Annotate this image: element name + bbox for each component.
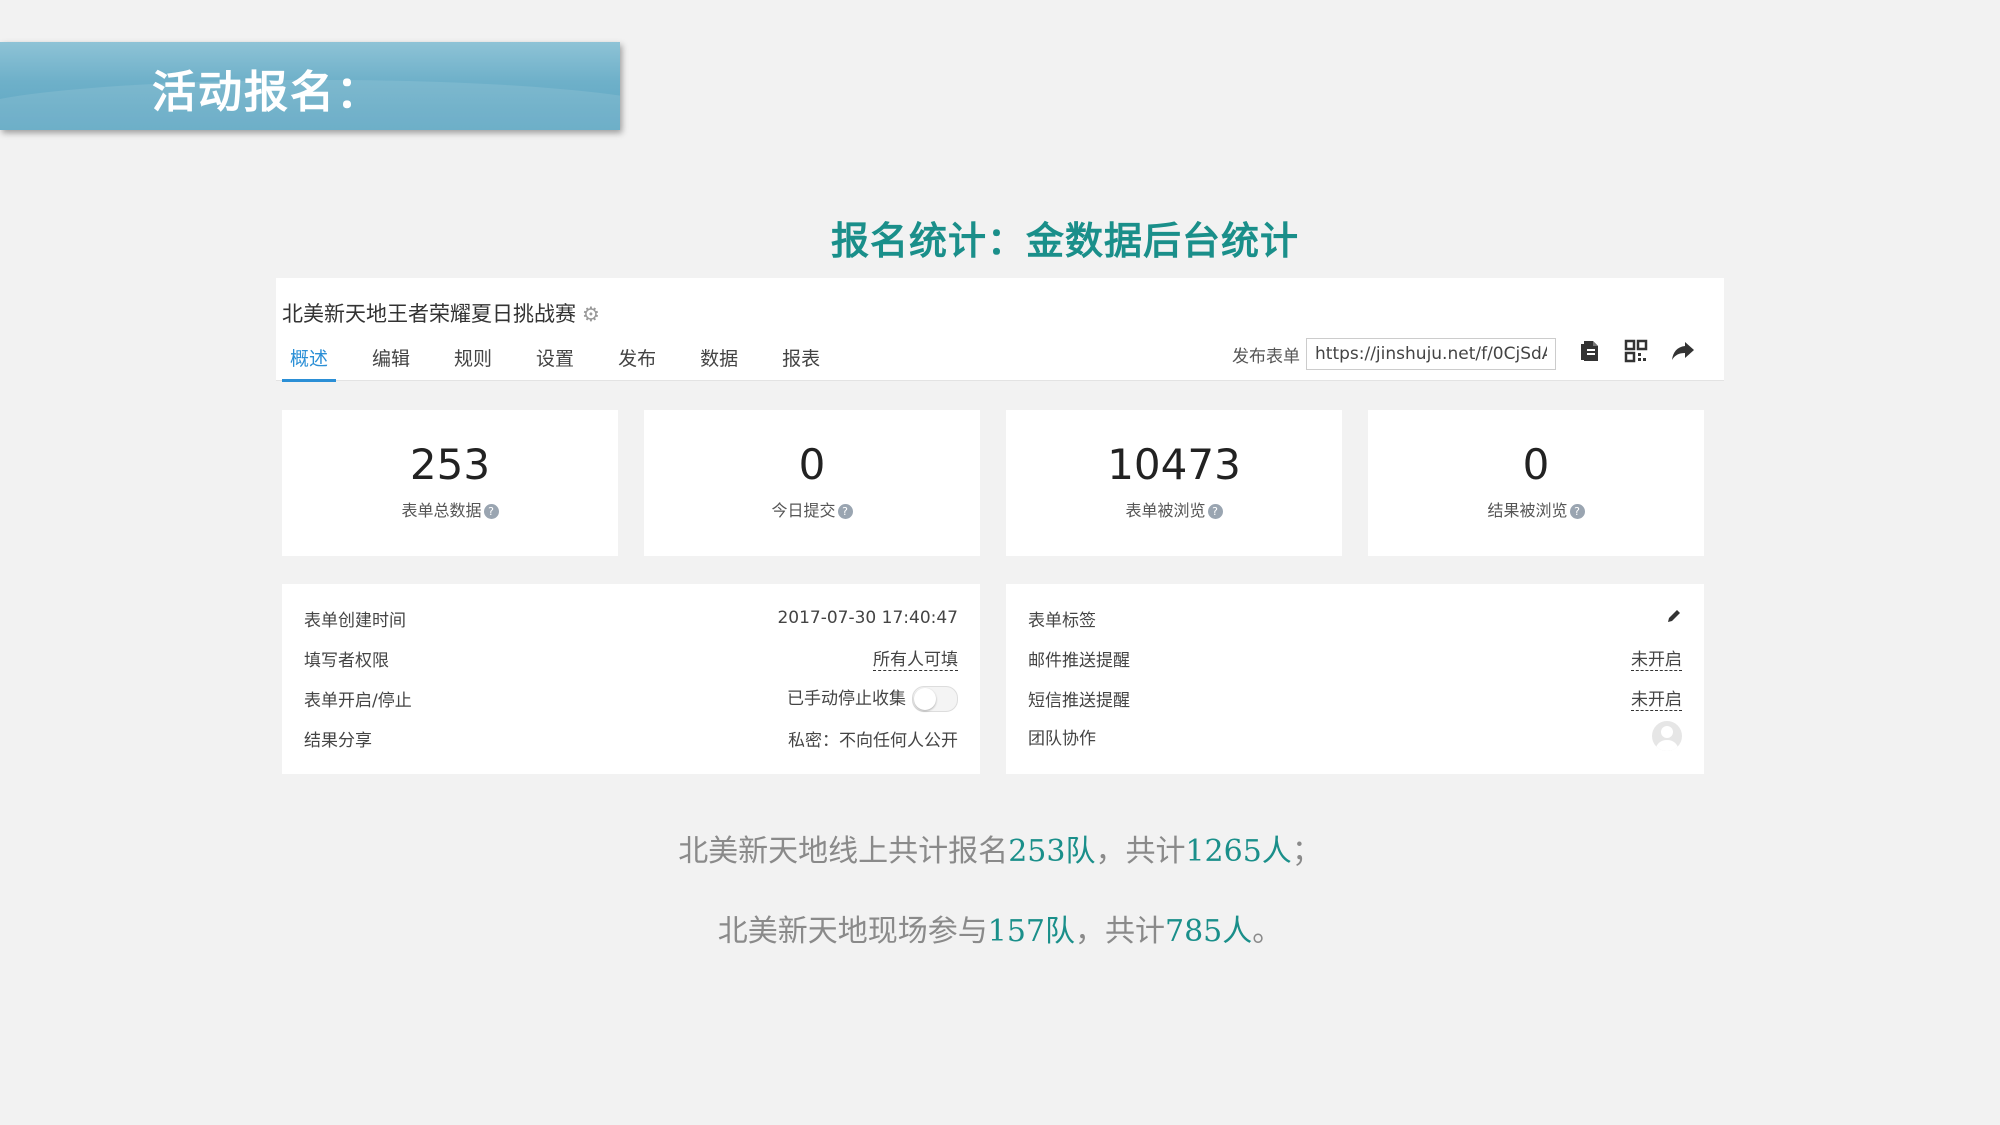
- info-row-sms: 短信推送提醒 未开启: [1028, 685, 1682, 711]
- form-name: 北美新天地王者荣耀夏日挑战赛 ⚙: [282, 298, 600, 328]
- tab-rules[interactable]: 规则: [446, 344, 500, 382]
- tab-edit[interactable]: 编辑: [364, 344, 418, 382]
- info-label: 结果分享: [304, 730, 372, 751]
- summary-text: 北美新天地线上共计报名: [678, 834, 1009, 869]
- stat-card-views: 10473 表单被浏览?: [1006, 410, 1342, 556]
- info-row-team: 团队协作: [1028, 721, 1682, 751]
- title-banner: 活动报名：: [0, 42, 620, 130]
- stat-value: 10473: [1107, 440, 1241, 489]
- stat-label: 结果被浏览?: [1368, 497, 1704, 521]
- collect-status: 已手动停止收集: [787, 684, 958, 712]
- publish-url-input[interactable]: [1306, 338, 1556, 370]
- gear-icon[interactable]: ⚙: [582, 302, 600, 326]
- info-label: 表单开启/停止: [304, 690, 412, 711]
- summary-line-onsite: 北美新天地现场参与157队，共计785人。: [0, 906, 2000, 950]
- stat-card-result-views: 0 结果被浏览?: [1368, 410, 1704, 556]
- qrcode-icon[interactable]: [1624, 339, 1648, 369]
- collect-status-text: 已手动停止收集: [787, 689, 906, 709]
- stat-label: 表单总数据?: [282, 497, 618, 521]
- tab-publish[interactable]: 发布: [610, 344, 664, 382]
- summary-text: 。: [1252, 914, 1283, 949]
- summary-text: ，共计: [1095, 834, 1186, 869]
- info-row-tags: 表单标签: [1028, 606, 1682, 631]
- summary-text: ；: [1291, 834, 1322, 869]
- publish-label: 发布表单: [1232, 346, 1300, 367]
- summary-text: 北美新天地现场参与: [717, 914, 988, 949]
- help-icon[interactable]: ?: [1207, 504, 1223, 519]
- stat-label-text: 表单被浏览: [1125, 501, 1206, 520]
- collect-toggle[interactable]: [912, 686, 958, 712]
- form-header: 北美新天地王者荣耀夏日挑战赛 ⚙ 概述 编辑 规则 设置 发布 数据 报表 发布表…: [276, 278, 1724, 382]
- permission-link[interactable]: 所有人可填: [873, 645, 958, 671]
- stat-card-today: 0 今日提交?: [644, 410, 980, 556]
- info-label: 短信推送提醒: [1028, 690, 1130, 711]
- email-reminder-link[interactable]: 未开启: [1631, 645, 1682, 671]
- tab-data[interactable]: 数据: [692, 344, 746, 382]
- summary-line-online: 北美新天地线上共计报名253队，共计1265人；: [0, 826, 2000, 870]
- summary-highlight: 253队: [1008, 834, 1096, 869]
- form-tabs: 概述 编辑 规则 设置 发布 数据 报表: [282, 344, 856, 382]
- tab-overview[interactable]: 概述: [282, 344, 337, 382]
- form-name-text: 北美新天地王者荣耀夏日挑战赛: [282, 302, 576, 326]
- tab-settings[interactable]: 设置: [528, 344, 582, 382]
- info-row-open-stop: 表单开启/停止 已手动停止收集: [304, 684, 958, 712]
- info-value[interactable]: 私密：不向任何人公开: [788, 726, 958, 751]
- info-row-created: 表单创建时间 2017-07-30 17:40:47: [304, 606, 958, 631]
- copy-icon[interactable]: [1578, 339, 1602, 369]
- stat-label-text: 今日提交: [771, 501, 836, 520]
- info-row-email: 邮件推送提醒 未开启: [1028, 645, 1682, 671]
- info-value: 2017-07-30 17:40:47: [777, 608, 958, 628]
- info-row-permission: 填写者权限 所有人可填: [304, 645, 958, 671]
- stat-value: 253: [409, 440, 491, 489]
- summary-text: ，共计: [1075, 914, 1165, 949]
- info-label: 表单创建时间: [304, 610, 406, 631]
- tab-report[interactable]: 报表: [774, 344, 828, 382]
- edit-icon[interactable]: [1666, 608, 1682, 629]
- info-label: 表单标签: [1028, 610, 1096, 631]
- share-icon[interactable]: [1670, 340, 1694, 368]
- publish-bar: 发布表单: [1232, 338, 1694, 370]
- stat-card-total: 253 表单总数据?: [282, 410, 618, 556]
- avatar-icon[interactable]: [1652, 721, 1682, 751]
- info-label: 邮件推送提醒: [1028, 650, 1130, 671]
- help-icon[interactable]: ?: [1569, 504, 1585, 519]
- stat-label-text: 表单总数据: [401, 501, 482, 520]
- info-row-share: 结果分享 私密：不向任何人公开: [304, 726, 958, 751]
- info-label: 团队协作: [1028, 728, 1096, 749]
- banner-title: 活动报名：: [152, 67, 382, 118]
- help-icon[interactable]: ?: [483, 504, 499, 519]
- sms-reminder-link[interactable]: 未开启: [1631, 685, 1682, 711]
- stat-label: 今日提交?: [644, 497, 980, 521]
- stat-label: 表单被浏览?: [1006, 497, 1342, 521]
- stat-value: 0: [1522, 440, 1550, 489]
- info-card-left: 表单创建时间 2017-07-30 17:40:47 填写者权限 所有人可填 表…: [282, 584, 980, 774]
- summary-highlight: 785人: [1165, 914, 1253, 949]
- summary-highlight: 1265人: [1185, 834, 1292, 869]
- stat-label-text: 结果被浏览: [1487, 501, 1568, 520]
- info-label: 填写者权限: [304, 650, 389, 671]
- help-icon[interactable]: ?: [837, 504, 853, 519]
- section-title: 报名统计：金数据后台统计: [830, 218, 1299, 263]
- info-card-right: 表单标签 邮件推送提醒 未开启 短信推送提醒 未开启 团队协作: [1006, 584, 1704, 774]
- summary-highlight: 157队: [987, 914, 1075, 949]
- stat-value: 0: [798, 440, 826, 489]
